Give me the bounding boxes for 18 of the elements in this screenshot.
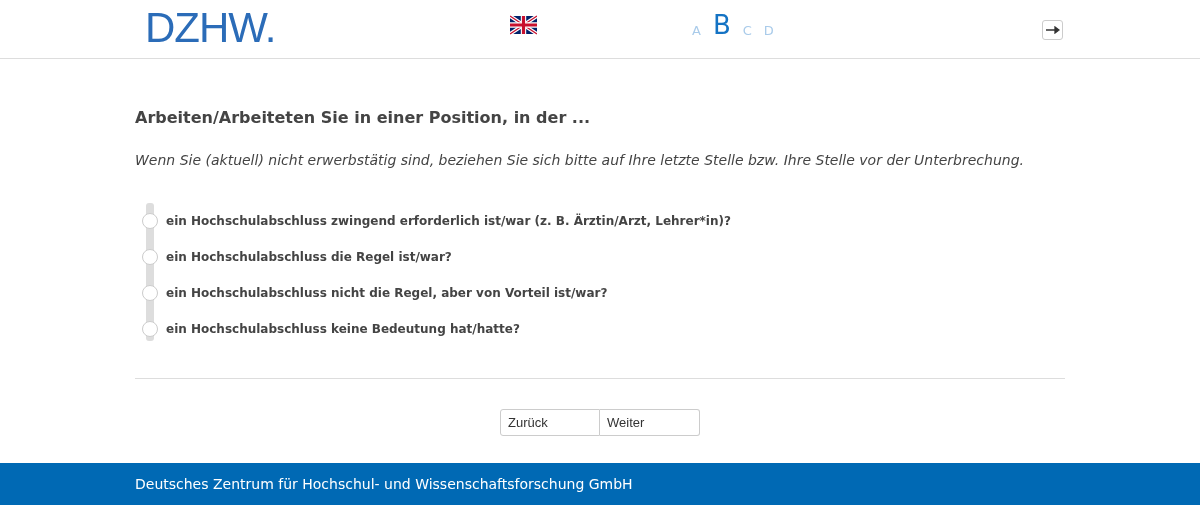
flag-icon[interactable]	[510, 15, 537, 35]
radio-button[interactable]	[142, 321, 158, 337]
next-button[interactable]: Weiter	[600, 409, 700, 436]
exit-button[interactable]	[1042, 20, 1063, 40]
arrow-right-icon	[1045, 26, 1060, 34]
option-label[interactable]: ein Hochschulabschluss die Regel ist/war?	[166, 249, 452, 265]
radio-button[interactable]	[142, 285, 158, 301]
option-label[interactable]: ein Hochschulabschluss zwingend erforderlich ist/war (z. B. Ärztin/Arzt, Lehrer*in)?	[166, 213, 731, 229]
option-label[interactable]: ein Hochschulabschluss keine Bedeutung hat/hatte?	[166, 321, 520, 337]
back-button[interactable]: Zurück	[500, 409, 600, 436]
question-title: Arbeiten/Arbeiteten Sie in einer Position, in der ...	[135, 107, 592, 129]
footer-text: Deutsches Zentrum für Hochschul- und Wissenschaftsforschung GmbH	[135, 474, 633, 494]
logo: DZHW.	[145, 4, 276, 52]
option-label[interactable]: ein Hochschulabschluss nicht die Regel, aber von Vorteil ist/war?	[166, 285, 608, 301]
version-link[interactable]: B	[712, 10, 731, 40]
radio-button[interactable]	[142, 249, 158, 265]
radio-button[interactable]	[142, 213, 158, 229]
instruction-text: Wenn Sie (aktuell) nicht erwerbstätig sind, beziehen Sie sich bitte auf Ihre letzte Stelle bzw. Ihre Stelle vor der Unterbrechung.	[135, 151, 1025, 170]
